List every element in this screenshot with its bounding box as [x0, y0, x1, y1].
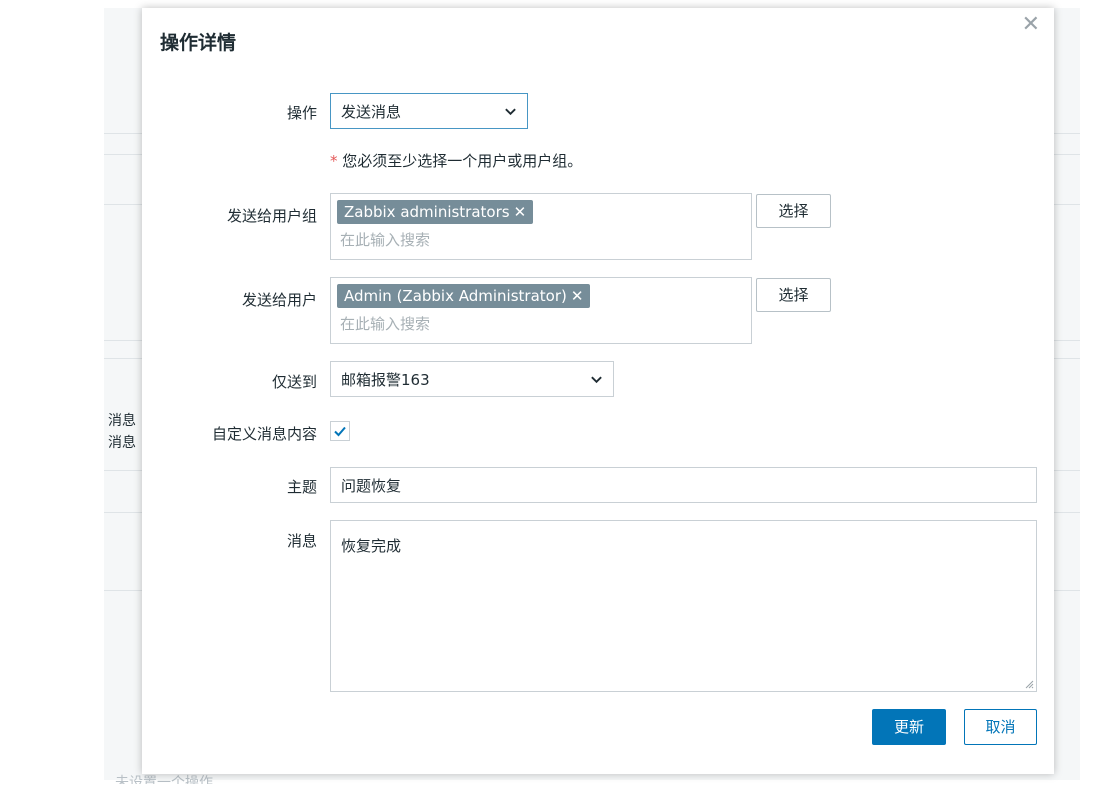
dialog-title: 操作详情: [160, 32, 237, 54]
user-groups-multiselect[interactable]: Zabbix administrators ✕ 在此输入搜索: [330, 193, 752, 260]
send-only-to-label: 仅送到: [271, 373, 317, 391]
subject-value: 问题恢复: [341, 476, 402, 495]
send-only-to-value: 邮箱报警163: [341, 370, 430, 389]
operation-select[interactable]: 发送消息: [330, 93, 528, 129]
select-users-button[interactable]: 选择: [756, 278, 831, 312]
chevron-down-icon: [591, 376, 602, 383]
custom-message-checkbox[interactable]: [330, 421, 350, 441]
user-groups-search-input[interactable]: 在此输入搜索: [337, 229, 745, 250]
custom-message-label: 自定义消息内容: [211, 425, 317, 443]
message-value: 恢复完成: [341, 537, 402, 555]
checkmark-icon: [334, 426, 346, 437]
requirement-text: 您必须至少选择一个用户或用户组。: [342, 152, 583, 170]
users-search-input[interactable]: 在此输入搜索: [337, 313, 745, 334]
close-icon[interactable]: ✕: [1022, 12, 1040, 38]
subject-input[interactable]: 问题恢复: [330, 467, 1037, 503]
user-tag: Admin (Zabbix Administrator) ✕: [337, 284, 591, 308]
required-star: *: [330, 152, 338, 170]
remove-tag-icon[interactable]: ✕: [571, 287, 584, 305]
background-text-fragment: 消息: [108, 413, 136, 429]
select-user-groups-button[interactable]: 选择: [756, 194, 831, 228]
remove-tag-icon[interactable]: ✕: [514, 203, 527, 221]
message-label: 消息: [286, 532, 317, 550]
send-only-to-select[interactable]: 邮箱报警163: [330, 361, 614, 397]
send-to-users-label: 发送给用户: [241, 291, 317, 309]
operation-details-dialog: 操作详情 ✕ 操作 发送消息 * 您必须至少选择一个用户或用户组。 发送给用户组…: [142, 8, 1054, 774]
update-button[interactable]: 更新: [872, 709, 946, 745]
user-tag-label: Admin (Zabbix Administrator): [344, 287, 567, 305]
user-group-tag: Zabbix administrators ✕: [337, 200, 534, 224]
users-multiselect[interactable]: Admin (Zabbix Administrator) ✕ 在此输入搜索: [330, 277, 752, 344]
user-group-tag-label: Zabbix administrators: [344, 203, 510, 221]
background-text-fragment: 消息: [108, 435, 136, 451]
resize-handle-icon[interactable]: [1025, 680, 1034, 689]
operation-select-value: 发送消息: [341, 102, 402, 121]
subject-label: 主题: [286, 478, 317, 496]
chevron-down-icon: [505, 108, 516, 115]
operation-label: 操作: [286, 104, 317, 122]
requirement-note: * 您必须至少选择一个用户或用户组。: [330, 150, 582, 171]
message-textarea[interactable]: 恢复完成: [330, 520, 1037, 692]
send-to-groups-label: 发送给用户组: [226, 207, 317, 225]
cancel-button[interactable]: 取消: [964, 709, 1037, 745]
